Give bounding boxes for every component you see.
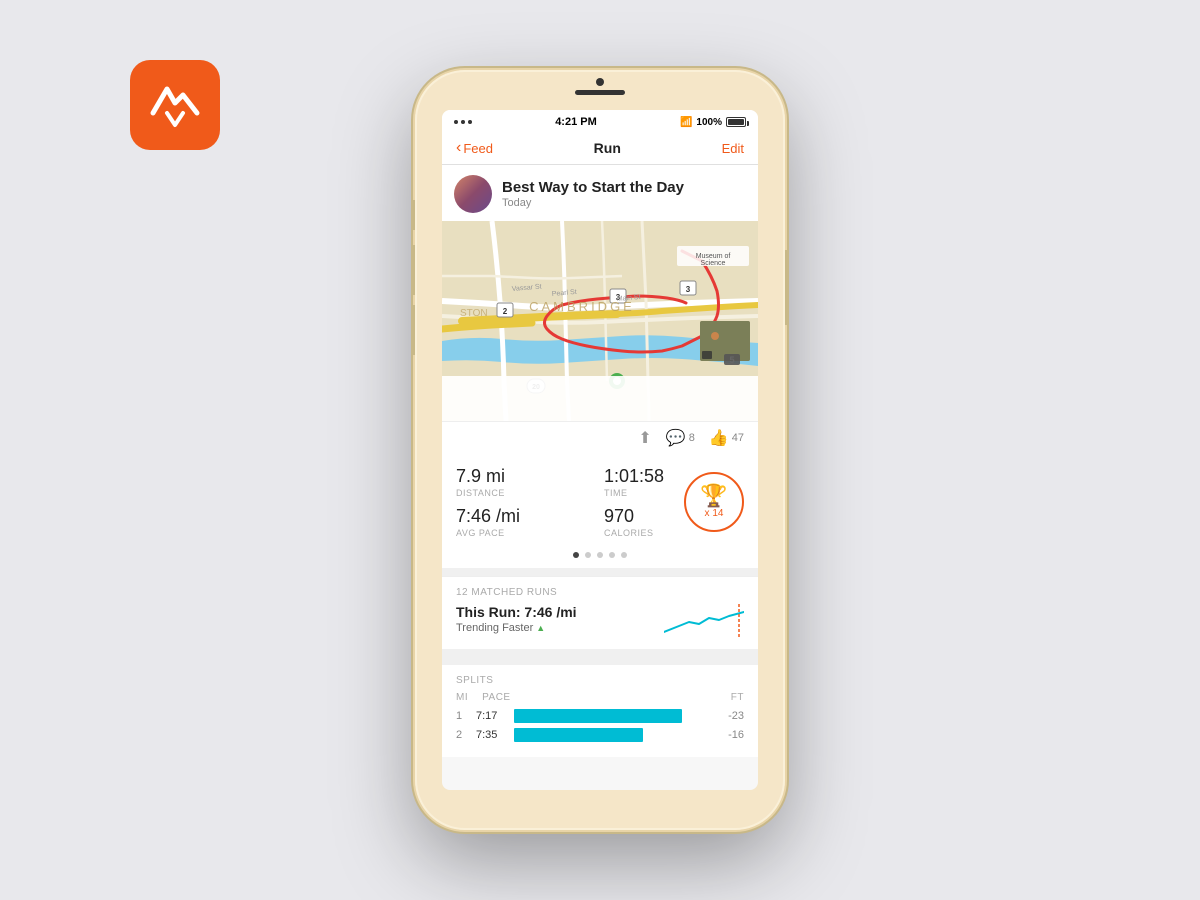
page-dots (442, 546, 758, 568)
battery-icon (726, 117, 746, 127)
nav-back-label: Feed (463, 141, 493, 156)
svg-text:2: 2 (503, 307, 508, 316)
thumbs-up-icon: 👍 (709, 428, 729, 448)
trophy-count: x 14 (705, 508, 724, 519)
pace-label: AVG PACE (456, 528, 596, 538)
distance-value: 7.9 mi (456, 466, 596, 487)
bluetooth-icon: 📶 (680, 117, 692, 128)
activity-title: Best Way to Start the Day (502, 179, 684, 196)
section-divider (442, 568, 758, 576)
svg-text:Museum of: Museum of (696, 253, 731, 260)
matched-runs-content: This Run: 7:46 /mi Trending Faster ▲ (456, 604, 744, 639)
share-action[interactable]: ⬆ (638, 428, 651, 448)
likes-count: 47 (732, 432, 744, 444)
calories-label: CALORIES (604, 528, 674, 538)
chevron-left-icon: ‹ (456, 140, 461, 156)
activity-header: Best Way to Start the Day Today (442, 165, 758, 221)
likes-action[interactable]: 👍 47 (709, 428, 744, 448)
matched-run-value: This Run: 7:46 /mi (456, 604, 577, 620)
time-value: 1:01:58 (604, 466, 674, 487)
phone-vol-up-btn (411, 245, 415, 295)
nav-back-button[interactable]: ‹ Feed (456, 140, 493, 156)
map-area[interactable]: 2 3 3 CAMBRIDGE Museum of Science 5 (442, 221, 758, 421)
split-1-bar-container (514, 709, 712, 723)
split-2-bar-container (514, 728, 712, 742)
comments-count: 8 (689, 432, 695, 444)
activity-subtitle: Today (502, 197, 684, 209)
nav-edit-button[interactable]: Edit (722, 141, 744, 156)
phone-power-btn (785, 250, 789, 325)
activity-info: Best Way to Start the Day Today (502, 179, 684, 209)
page-dot-1[interactable] (573, 552, 579, 558)
split-row-1: 1 7:17 -23 (456, 709, 744, 723)
page-dot-2[interactable] (585, 552, 591, 558)
trend-label: Trending Faster (456, 622, 533, 634)
trophy-icon: 🏆 (700, 485, 727, 507)
action-bar: ⬆ 💬 8 👍 47 (442, 421, 758, 454)
page-dot-5[interactable] (621, 552, 627, 558)
svg-text:Science: Science (701, 260, 726, 267)
phone-vol-down-btn (411, 305, 415, 355)
stats-area: 7.9 mi DISTANCE 1:01:58 TIME 7:46 /mi AV… (442, 454, 758, 546)
status-time: 4:21 PM (555, 116, 597, 128)
matched-run-info: This Run: 7:46 /mi Trending Faster ▲ (456, 604, 577, 634)
split-2-ft: -16 (718, 729, 744, 741)
calories-value: 970 (604, 506, 674, 527)
avatar[interactable] (454, 175, 492, 213)
status-right-icons: 📶 100% (680, 117, 746, 128)
page-dot-4[interactable] (609, 552, 615, 558)
status-signal (454, 120, 472, 124)
phone-frame: 4:21 PM 📶 100% ‹ Feed Run Edit (415, 70, 785, 830)
trend-chart (664, 604, 744, 639)
splits-col-ft: FT (731, 692, 744, 703)
matched-run-trend: Trending Faster ▲ (456, 622, 577, 634)
signal-dot-1 (454, 120, 458, 124)
split-1-pace: 7:17 (476, 710, 508, 722)
distance-stat: 7.9 mi DISTANCE (456, 466, 596, 498)
share-icon: ⬆ (638, 428, 651, 448)
trophy-badge[interactable]: 🏆 x 14 (684, 472, 744, 532)
split-1-ft: -23 (718, 710, 744, 722)
phone-screen: 4:21 PM 📶 100% ‹ Feed Run Edit (442, 110, 758, 790)
svg-text:3: 3 (686, 285, 691, 294)
nav-title: Run (594, 140, 621, 156)
comments-action[interactable]: 💬 8 (666, 428, 695, 448)
nav-bar: ‹ Feed Run Edit (442, 132, 758, 165)
splits-divider (442, 649, 758, 657)
phone-silent-btn (411, 200, 415, 230)
split-1-mi: 1 (456, 710, 470, 722)
split-2-bar (514, 728, 643, 742)
page-dot-3[interactable] (597, 552, 603, 558)
app-icon (130, 60, 220, 150)
matched-runs-title: 12 MATCHED RUNS (456, 587, 744, 598)
split-1-bar (514, 709, 682, 723)
splits-col-pace: PACE (482, 692, 511, 703)
svg-text:STON: STON (460, 308, 488, 319)
splits-col-mi: MI (456, 692, 468, 703)
trend-up-icon: ▲ (536, 623, 545, 633)
comment-icon: 💬 (666, 428, 686, 448)
pace-stat: 7:46 /mi AVG PACE (456, 506, 596, 538)
time-label: TIME (604, 488, 674, 498)
pace-value: 7:46 /mi (456, 506, 596, 527)
signal-dot-3 (468, 120, 472, 124)
battery-pct-label: 100% (696, 117, 722, 128)
status-bar: 4:21 PM 📶 100% (442, 110, 758, 132)
splits-header: MI PACE FT (456, 692, 744, 703)
distance-label: DISTANCE (456, 488, 596, 498)
phone-top-bar (415, 78, 785, 95)
signal-dot-2 (461, 120, 465, 124)
splits-title: SPLITS (456, 675, 744, 686)
split-2-pace: 7:35 (476, 729, 508, 741)
stats-grid: 7.9 mi DISTANCE 1:01:58 TIME 7:46 /mi AV… (456, 466, 744, 538)
splits-section: SPLITS MI PACE FT 1 7:17 -23 2 7:35 (442, 657, 758, 757)
phone-camera (596, 78, 604, 86)
avatar-image (454, 175, 492, 213)
battery-fill (728, 119, 744, 125)
matched-runs-section: 12 MATCHED RUNS This Run: 7:46 /mi Trend… (442, 576, 758, 649)
split-row-2: 2 7:35 -16 (456, 728, 744, 742)
phone-speaker (575, 90, 625, 95)
split-2-mi: 2 (456, 729, 470, 741)
